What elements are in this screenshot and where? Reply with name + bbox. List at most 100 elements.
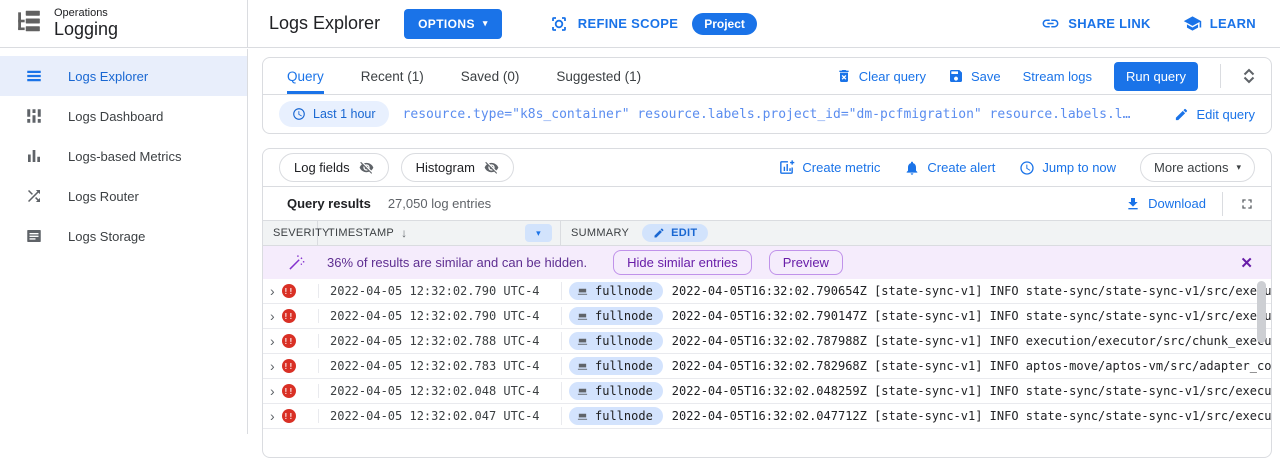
run-query-button[interactable]: Run query <box>1114 62 1198 91</box>
sidebar-item-logs-explorer[interactable]: Logs Explorer <box>0 56 247 96</box>
refine-scope-button[interactable]: REFINE SCOPE <box>550 15 678 33</box>
visibility-off-icon <box>484 160 499 175</box>
edit-query-button[interactable]: Edit query <box>1174 107 1255 122</box>
resource-badge[interactable]: fullnode <box>569 332 663 350</box>
log-row[interactable]: › !! 2022-04-05 12:32:02.790 UTC-4 fulln… <box>263 279 1271 304</box>
resource-badge[interactable]: fullnode <box>569 407 663 425</box>
severity-cell: › !! <box>263 284 318 298</box>
bell-icon <box>904 160 920 176</box>
expand-chevron-icon[interactable]: › <box>270 334 275 348</box>
log-fields-label: Log fields <box>294 160 350 175</box>
resource-badge[interactable]: fullnode <box>569 382 663 400</box>
main-content: Query Recent (1) Saved (0) Suggested (1)… <box>249 49 1280 434</box>
collapse-expand-icon[interactable] <box>1243 68 1255 84</box>
summary-cell: fullnode 2022-04-05T16:32:02.047712Z [st… <box>561 407 1271 425</box>
query-input[interactable]: resource.type="k8s_container" resource.l… <box>403 107 1161 122</box>
jump-to-now-button[interactable]: Jump to now <box>1019 160 1116 176</box>
sidebar-item-label: Logs Router <box>68 189 139 204</box>
tab-label: Query <box>287 69 324 84</box>
log-row[interactable]: › !! 2022-04-05 12:32:02.788 UTC-4 fulln… <box>263 329 1271 354</box>
scrollbar-thumb[interactable] <box>1257 281 1266 343</box>
resource-badge[interactable]: fullnode <box>569 357 663 375</box>
create-alert-button[interactable]: Create alert <box>904 160 995 176</box>
sidebar-item-logs-based-metrics[interactable]: Logs-based Metrics <box>0 136 247 176</box>
summary-column-label: SUMMARY <box>571 227 629 239</box>
pencil-icon <box>653 227 665 239</box>
sidebar-item-logs-dashboard[interactable]: Logs Dashboard <box>0 96 247 136</box>
save-icon <box>948 68 964 84</box>
log-row[interactable]: › !! 2022-04-05 12:32:02.783 UTC-4 fulln… <box>263 354 1271 379</box>
container-icon <box>577 286 588 297</box>
expand-chevron-icon[interactable]: › <box>270 409 275 423</box>
resource-badge[interactable]: fullnode <box>569 307 663 325</box>
sidebar-item-label: Logs Storage <box>68 229 145 244</box>
stream-logs-button[interactable]: Stream logs <box>1023 69 1092 84</box>
column-header-severity[interactable]: SEVERITY <box>263 221 318 245</box>
logs-dashboard-icon <box>25 107 43 125</box>
hide-similar-entries-button[interactable]: Hide similar entries <box>613 250 752 275</box>
tab-query[interactable]: Query <box>287 58 324 94</box>
sidebar-item-logs-router[interactable]: Logs Router <box>0 176 247 216</box>
clock-icon <box>292 107 306 121</box>
container-icon <box>577 311 588 322</box>
magic-wand-icon <box>288 254 305 271</box>
resource-badge[interactable]: fullnode <box>569 282 663 300</box>
close-icon[interactable]: ✕ <box>1240 254 1253 272</box>
column-header-timestamp[interactable]: TIMESTAMP ↓ ▾ <box>318 221 561 245</box>
clear-query-label: Clear query <box>859 69 926 84</box>
time-range-pill[interactable]: Last 1 hour <box>279 101 389 127</box>
options-button[interactable]: OPTIONS ▾ <box>404 9 502 39</box>
resource-badge-label: fullnode <box>595 334 653 348</box>
stream-logs-label: Stream logs <box>1023 69 1092 84</box>
page-title: Logs Explorer <box>269 13 380 34</box>
download-button[interactable]: Download <box>1125 196 1206 212</box>
sidebar-item-label: Logs-based Metrics <box>68 149 181 164</box>
bar-chart-icon <box>25 147 43 165</box>
link-icon <box>1041 14 1060 33</box>
trash-icon <box>836 68 852 84</box>
sort-descending-icon[interactable]: ↓ <box>401 226 407 240</box>
download-label: Download <box>1148 196 1206 211</box>
learn-button[interactable]: LEARN <box>1183 14 1256 33</box>
scope-project-badge[interactable]: Project <box>692 13 757 35</box>
timestamp-column-label: TIMESTAMP <box>328 227 394 239</box>
expand-chevron-icon[interactable]: › <box>270 284 275 298</box>
log-fields-toggle[interactable]: Log fields <box>279 153 389 182</box>
chevron-down-icon: ▾ <box>1236 163 1241 172</box>
logs-explorer-icon <box>25 67 43 85</box>
similar-entries-banner: 36% of results are similar and can be hi… <box>263 246 1271 279</box>
share-link-button[interactable]: SHARE LINK <box>1041 14 1150 33</box>
sidebar-item-logs-storage[interactable]: Logs Storage <box>0 216 247 256</box>
timestamp-dropdown-button[interactable]: ▾ <box>525 224 552 242</box>
error-severity-icon: !! <box>282 384 296 398</box>
tab-suggested[interactable]: Suggested (1) <box>556 58 641 94</box>
tab-saved[interactable]: Saved (0) <box>461 58 520 94</box>
more-actions-button[interactable]: More actions ▾ <box>1140 153 1255 182</box>
fullscreen-icon[interactable] <box>1239 196 1255 212</box>
histogram-toggle[interactable]: Histogram <box>401 153 514 182</box>
clear-query-button[interactable]: Clear query <box>836 68 926 84</box>
create-metric-button[interactable]: Create metric <box>778 159 880 176</box>
query-builder-card: Query Recent (1) Saved (0) Suggested (1)… <box>262 57 1272 134</box>
results-card: Log fields Histogram Create metric <box>262 148 1272 458</box>
tab-recent[interactable]: Recent (1) <box>361 58 424 94</box>
save-button[interactable]: Save <box>948 68 1001 84</box>
log-row[interactable]: › !! 2022-04-05 12:32:02.790 UTC-4 fulln… <box>263 304 1271 329</box>
expand-chevron-icon[interactable]: › <box>270 384 275 398</box>
log-row[interactable]: › !! 2022-04-05 12:32:02.048 UTC-4 fulln… <box>263 379 1271 404</box>
expand-chevron-icon[interactable]: › <box>270 359 275 373</box>
expand-chevron-icon[interactable]: › <box>270 309 275 323</box>
container-icon <box>577 361 588 372</box>
log-message: 2022-04-05T16:32:02.782968Z [state-sync-… <box>672 359 1271 373</box>
preview-button[interactable]: Preview <box>769 250 843 275</box>
log-row[interactable]: › !! 2022-04-05 12:32:02.047 UTC-4 fulln… <box>263 404 1271 429</box>
sidebar-item-label: Logs Explorer <box>68 69 148 84</box>
query-actions: Clear query Save Stream logs Run query <box>836 62 1255 91</box>
edit-query-label: Edit query <box>1196 107 1255 122</box>
toolbar-right: Create metric Create alert Jump to now M… <box>778 153 1255 182</box>
edit-summary-button[interactable]: EDIT <box>642 224 708 242</box>
graduation-cap-icon <box>1183 14 1202 33</box>
resource-badge-label: fullnode <box>595 409 653 423</box>
jump-to-now-label: Jump to now <box>1042 160 1116 175</box>
timestamp-cell: 2022-04-05 12:32:02.047 UTC-4 <box>318 409 561 423</box>
